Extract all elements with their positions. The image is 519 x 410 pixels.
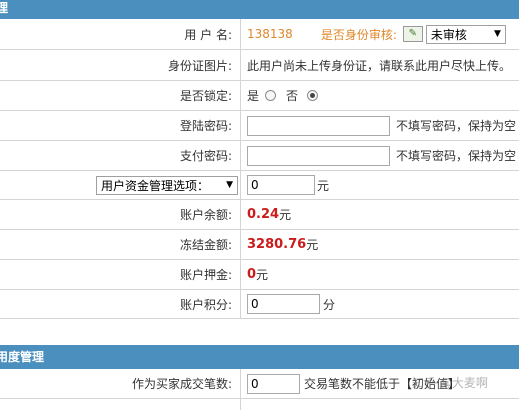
row-frozen: 冻结金额: 3280.76 元: [0, 230, 519, 260]
username-value: 138138: [247, 27, 293, 41]
edit-icon[interactable]: ✎: [402, 26, 423, 42]
audit-select[interactable]: 未审核 ▼: [425, 24, 506, 44]
section-header-top: 理: [0, 0, 519, 19]
funds-select-value: 用户资金管理选项：: [101, 178, 210, 193]
pay-password-hint: 不填写密码，保持为空: [396, 149, 517, 163]
row-username: 用 户 名: 138138 是否身份审核: ✎ 未审核 ▼: [0, 19, 519, 50]
funds-unit: 元: [317, 178, 330, 193]
locked-no-label: 否: [286, 89, 299, 103]
deposit-unit: 元: [256, 268, 269, 282]
funds-amount-input[interactable]: [247, 175, 315, 195]
row-balance: 账户余额: 0.24 元: [0, 200, 519, 230]
deposit-label: 账户押金:: [0, 260, 241, 289]
login-password-label: 登陆密码:: [0, 111, 241, 140]
frozen-value: 3280.76: [247, 237, 307, 252]
balance-label: 账户余额:: [0, 200, 241, 229]
username-label: 用 户 名:: [0, 19, 241, 49]
locked-yes-label: 是: [247, 89, 260, 103]
idcard-text: 此用户尚未上传身份证，请联系此用户尽快上传。: [247, 58, 512, 73]
watermark: 知乎 @大麦啊: [412, 376, 488, 390]
balance-unit: 元: [279, 208, 292, 222]
buyer-deals-input[interactable]: [247, 373, 300, 394]
login-password-hint: 不填写密码，保持为空: [396, 119, 517, 133]
frozen-label: 冻结金额:: [0, 230, 241, 259]
funds-select[interactable]: 用户资金管理选项： ▼: [96, 175, 238, 195]
chevron-down-icon: ▼: [493, 29, 501, 39]
pay-password-label: 支付密码:: [0, 141, 241, 170]
row-partial: [0, 399, 519, 410]
row-login-password: 登陆密码: 不填写密码，保持为空: [0, 111, 519, 141]
funds-select-cell: 用户资金管理选项： ▼: [0, 171, 241, 199]
section-header-bottom: 用度管理: [0, 345, 519, 369]
row-pay-password: 支付密码: 不填写密码，保持为空: [0, 141, 519, 171]
row-funds: 用户资金管理选项： ▼ 元: [0, 171, 519, 200]
locked-label: 是否锁定:: [0, 81, 241, 110]
audit-select-value: 未审核: [430, 27, 467, 42]
points-label: 账户积分:: [0, 290, 241, 318]
login-password-input[interactable]: [247, 115, 390, 136]
locked-yes-radio[interactable]: [265, 90, 277, 101]
buyer-deals-label: 作为买家成交笔数:: [0, 369, 241, 398]
deposit-value: 0: [247, 267, 257, 282]
section-title: 理: [0, 1, 9, 15]
points-input[interactable]: [247, 294, 320, 314]
frozen-unit: 元: [306, 238, 319, 252]
idcard-label: 身份证图片:: [0, 50, 241, 80]
balance-value: 0.24: [247, 207, 280, 222]
points-unit: 分: [323, 297, 336, 312]
locked-no-radio[interactable]: [307, 90, 319, 101]
section-title: 用度管理: [0, 350, 45, 364]
chevron-down-icon: ▼: [226, 180, 233, 190]
row-deposit: 账户押金: 0 元: [0, 260, 519, 290]
pay-password-input[interactable]: [247, 145, 390, 166]
partial-label: [0, 399, 241, 410]
audit-label: 是否身份审核:: [320, 27, 397, 42]
row-points: 账户积分: 分: [0, 290, 519, 319]
row-locked: 是否锁定: 是 否: [0, 81, 519, 111]
row-idcard: 身份证图片: 此用户尚未上传身份证，请联系此用户尽快上传。: [0, 50, 519, 81]
